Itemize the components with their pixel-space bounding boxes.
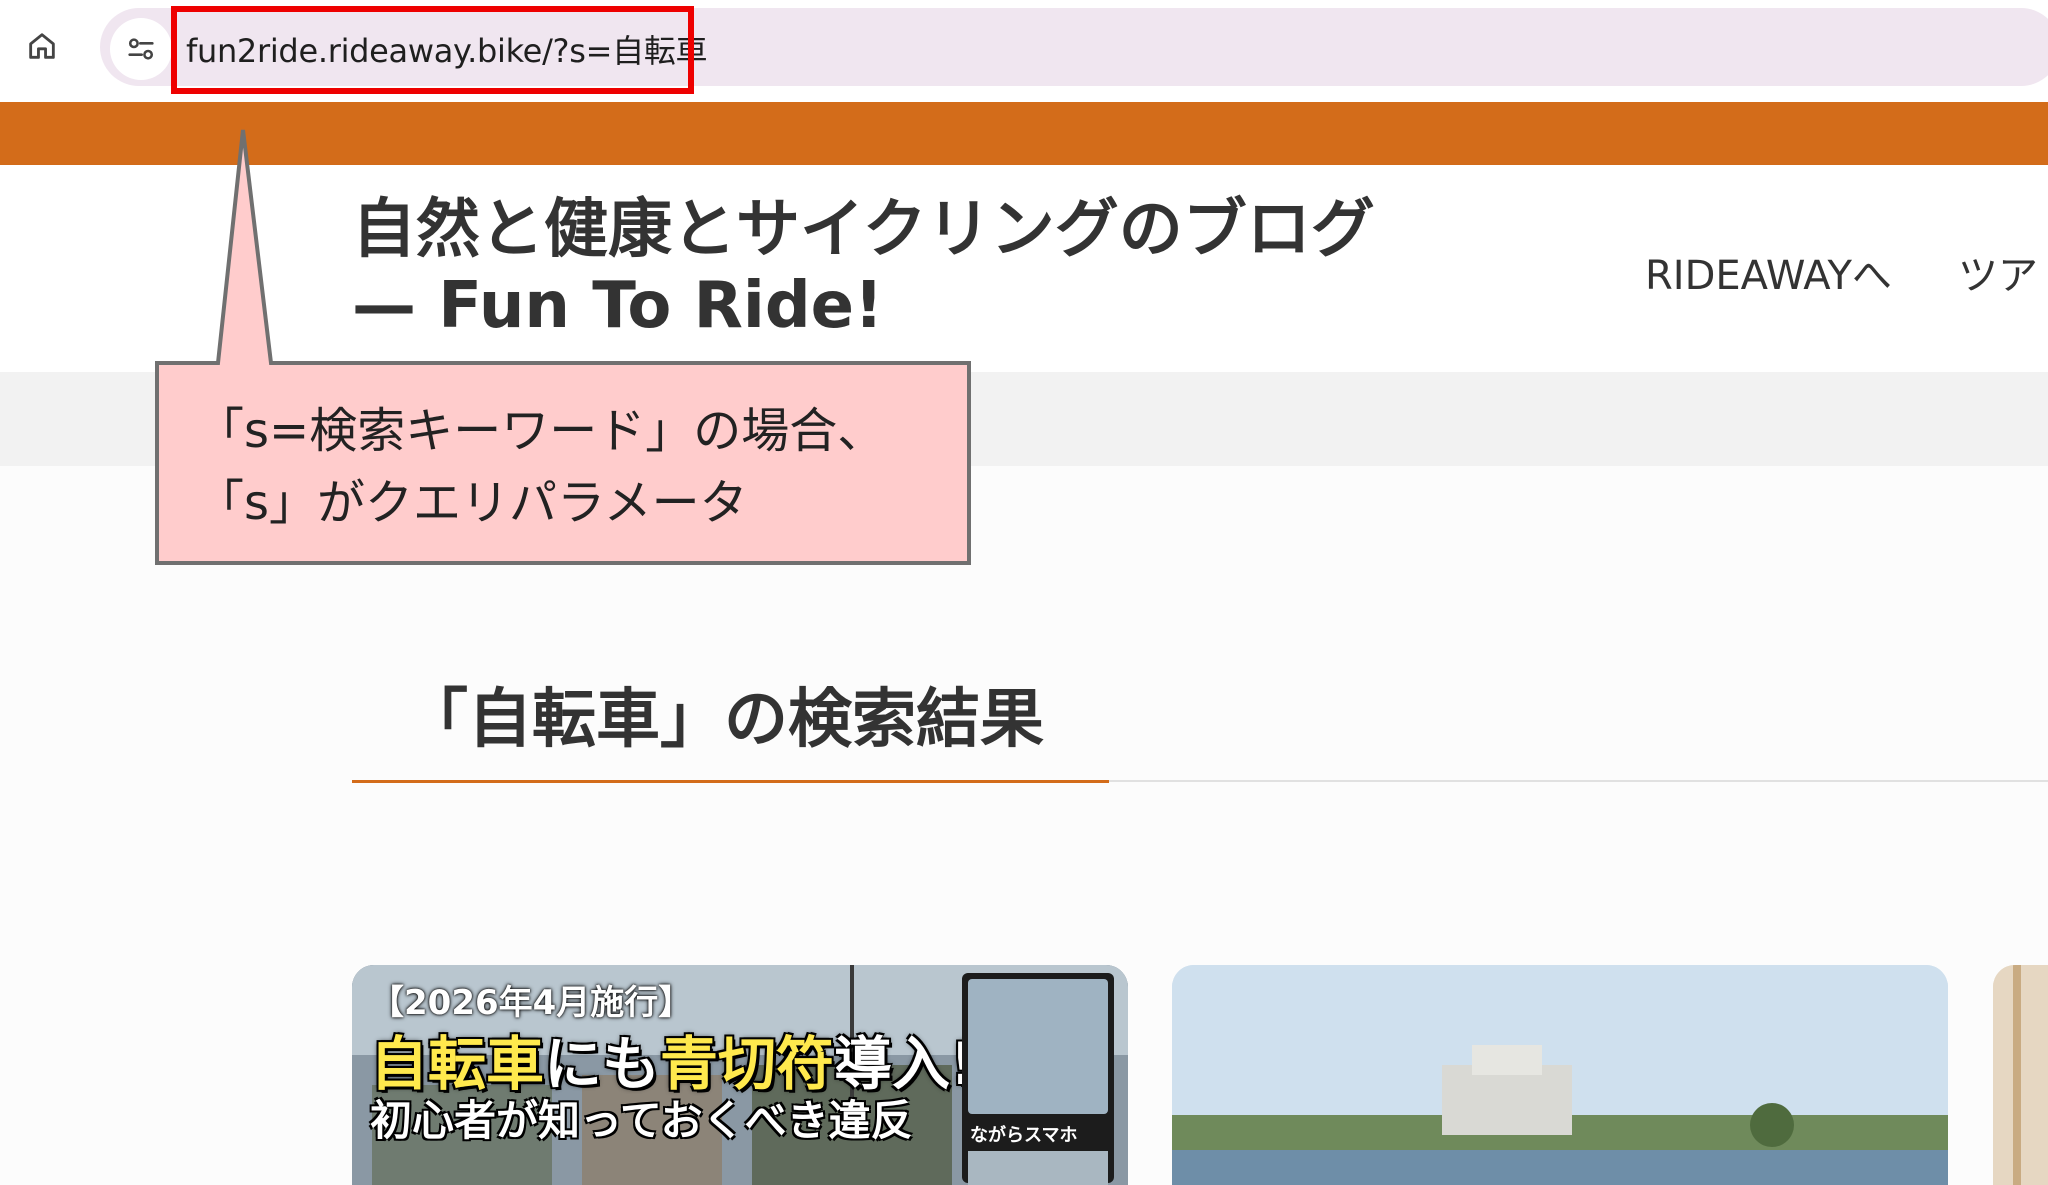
card-thumbnail-3	[1993, 965, 2048, 1185]
article-card[interactable]: 【2026年4月施行】 自転車にも青切符導入! 初心者が知っておくべき違反 なが…	[352, 965, 1128, 1185]
article-card[interactable]	[1993, 965, 2048, 1185]
side-panel-label: ながらスマホ	[970, 1125, 1078, 1146]
callout-line-2: 「s」がクエリパラメータ	[196, 475, 748, 531]
nav-item-rideaway[interactable]: RIDEAWAYへ	[1645, 243, 1892, 301]
site-info-button[interactable]	[110, 18, 172, 80]
umbrella-photo	[968, 1151, 1108, 1185]
smartphone-photo	[968, 979, 1108, 1114]
callout-note: 「s=検索キーワード」の場合、 「s」がクエリパラメータ	[196, 395, 885, 539]
top-accent-bar	[0, 102, 2048, 165]
home-icon	[29, 33, 55, 59]
site-title[interactable]: 自然と健康とサイクリングのブログ — Fun To Ride!	[352, 192, 1375, 344]
card-thumbnail-2	[1172, 965, 1948, 1185]
home-button[interactable]	[14, 18, 70, 74]
search-results-heading: 「自転車」の検索結果	[404, 683, 1044, 757]
nav-item-tour[interactable]: ツア	[1958, 243, 2038, 301]
article-card[interactable]	[1172, 965, 1948, 1185]
url-highlight-box	[171, 6, 694, 94]
site-title-main: 自然と健康とサイクリングのブログ	[352, 193, 1375, 267]
callout-line-1: 「s=検索キーワード」の場合、	[196, 403, 886, 459]
heading-divider-accent	[352, 780, 1109, 783]
card-subline: 初心者が知っておくべき違反	[370, 1096, 913, 1145]
card-side-panel: ながらスマホ	[962, 973, 1114, 1185]
tune-icon	[128, 38, 154, 60]
site-header: 自然と健康とサイクリングのブログ — Fun To Ride! RIDEAWAY…	[0, 165, 2048, 372]
site-tagline: — Fun To Ride!	[352, 269, 884, 343]
